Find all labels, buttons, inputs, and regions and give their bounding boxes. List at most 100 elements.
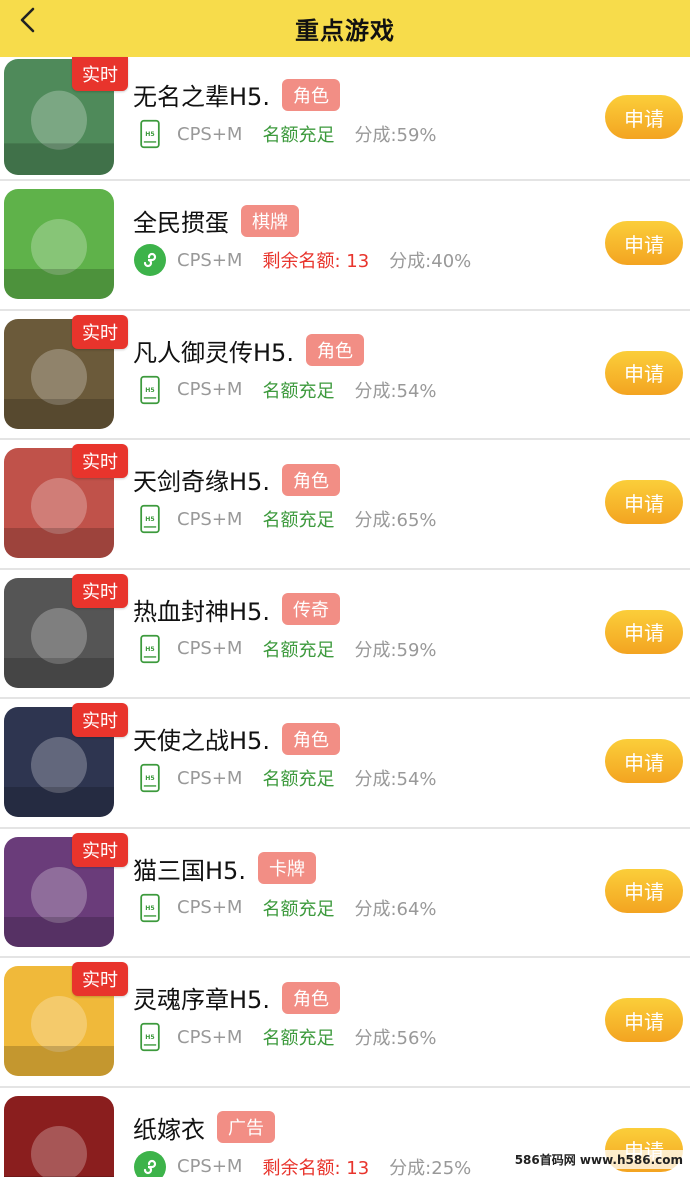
revenue-share: 分成:54% — [354, 380, 437, 402]
live-badge: 实时 — [72, 832, 128, 867]
svg-text:H5: H5 — [145, 386, 154, 393]
apply-button[interactable]: 申请 — [605, 998, 683, 1042]
quota-status: 剩余名额: 13 — [262, 1157, 370, 1177]
apply-button[interactable]: 申请 — [605, 221, 683, 265]
cps-label: CPS+M — [177, 638, 243, 659]
name-line: 全民掼蛋 棋牌 — [133, 203, 299, 238]
name-line: 纸嫁衣 广告 — [133, 1110, 275, 1145]
live-badge: 实时 — [72, 314, 128, 349]
meta-line: CPS+M 剩余名额: 13 分成:40% — [133, 243, 471, 277]
meta-line: H5 CPS+M 名额充足 分成:64% — [133, 891, 437, 925]
genre-tag: 角色 — [305, 334, 364, 366]
live-badge: 实时 — [72, 57, 128, 91]
svg-text:H5: H5 — [145, 904, 154, 911]
game-row[interactable]: 实时 凡人御灵传H5. 角色 H5 CPS+M 名额充足 分成:54% 申请 — [0, 310, 690, 440]
h5-phone-icon: H5 — [133, 117, 167, 151]
game-row[interactable]: 全民掼蛋 棋牌 CPS+M 剩余名额: 13 分成:40% 申请 — [0, 181, 690, 311]
game-thumbnail[interactable] — [4, 189, 114, 299]
meta-line: H5 CPS+M 名额充足 分成:54% — [133, 373, 437, 407]
h5-phone-icon: H5 — [133, 761, 167, 795]
svg-text:H5: H5 — [145, 516, 154, 523]
cps-label: CPS+M — [177, 767, 243, 789]
quota-status: 名额充足 — [262, 639, 335, 661]
meta-line: H5 CPS+M 名额充足 分成:59% — [133, 632, 437, 666]
game-row[interactable]: 实时 热血封神H5. 传奇 H5 CPS+M 名额充足 分成:59% 申请 — [0, 569, 690, 699]
genre-tag: 广告 — [217, 1111, 275, 1143]
genre-tag: 角色 — [281, 722, 340, 755]
genre-tag: 棋牌 — [241, 204, 299, 237]
svg-text:H5: H5 — [145, 1034, 154, 1041]
h5-phone-icon: H5 — [133, 632, 167, 666]
live-badge: 实时 — [72, 962, 128, 996]
game-row[interactable]: 实时 猫三国H5. 卡牌 H5 CPS+M 名额充足 分成:64% 申请 — [0, 828, 690, 958]
h5-phone-icon: H5 — [133, 891, 167, 925]
meta-line: H5 CPS+M 名额充足 分成:56% — [133, 1020, 437, 1054]
h5-phone-icon: H5 — [133, 1020, 167, 1054]
quota-status: 名额充足 — [262, 1028, 335, 1049]
watermark: 586首码网 www.h586.com — [511, 1150, 686, 1169]
svg-text:H5: H5 — [145, 775, 154, 782]
apply-button[interactable]: 申请 — [605, 480, 683, 524]
mini-program-icon — [133, 243, 167, 277]
revenue-share: 分成:65% — [354, 510, 437, 531]
revenue-share: 分成:54% — [354, 769, 437, 790]
name-line: 天剑奇缘H5. 角色 — [133, 462, 340, 497]
game-name: 纸嫁衣 — [133, 1115, 205, 1144]
name-line: 猫三国H5. 卡牌 — [133, 851, 316, 886]
name-line: 灵魂序章H5. 角色 — [133, 980, 340, 1015]
meta-line: CPS+M 剩余名额: 13 分成:25% — [133, 1150, 471, 1177]
genre-tag: 角色 — [281, 463, 340, 496]
revenue-share: 分成:56% — [354, 1028, 437, 1049]
live-badge: 实时 — [72, 703, 128, 737]
mini-program-icon — [133, 1150, 167, 1177]
game-row[interactable]: 实时 无名之辈H5. 角色 H5 CPS+M 名额充足 分成:59% 申请 — [0, 57, 690, 181]
game-name: 灵魂序章H5. — [133, 986, 270, 1014]
revenue-share: 分成:64% — [354, 898, 437, 920]
apply-button[interactable]: 申请 — [605, 739, 683, 783]
back-arrow-icon[interactable] — [14, 6, 42, 34]
live-badge: 实时 — [72, 573, 128, 608]
game-name: 天使之战H5. — [133, 727, 270, 755]
quota-status: 名额充足 — [262, 769, 335, 790]
game-name: 凡人御灵传H5. — [133, 338, 294, 367]
meta-line: H5 CPS+M 名额充足 分成:59% — [133, 117, 437, 151]
genre-tag: 传奇 — [281, 593, 340, 625]
name-line: 凡人御灵传H5. 角色 — [133, 333, 364, 368]
revenue-share: 分成:25% — [389, 1157, 472, 1177]
game-row[interactable]: 实时 灵魂序章H5. 角色 H5 CPS+M 名额充足 分成:56% 申请 — [0, 958, 690, 1088]
h5-phone-icon: H5 — [133, 502, 167, 536]
game-thumbnail[interactable] — [4, 1095, 114, 1177]
apply-button[interactable]: 申请 — [605, 95, 683, 139]
name-line: 无名之辈H5. 角色 — [133, 77, 340, 112]
game-list: 实时 无名之辈H5. 角色 H5 CPS+M 名额充足 分成:59% 申请 全民… — [0, 57, 690, 1177]
genre-tag: 角色 — [281, 78, 340, 111]
page-title: 重点游戏 — [295, 17, 395, 45]
quota-status: 剩余名额: 13 — [262, 251, 370, 272]
apply-button[interactable]: 申请 — [605, 868, 683, 913]
revenue-share: 分成:59% — [354, 639, 437, 661]
quota-status: 名额充足 — [262, 510, 335, 531]
apply-button[interactable]: 申请 — [605, 350, 683, 395]
genre-tag: 角色 — [281, 981, 340, 1014]
game-name: 全民掼蛋 — [133, 209, 229, 237]
live-badge: 实时 — [72, 444, 128, 478]
top-bar: 重点游戏 — [0, 0, 690, 57]
cps-label: CPS+M — [177, 123, 243, 145]
apply-button[interactable]: 申请 — [605, 609, 683, 654]
game-row[interactable]: 实时 天剑奇缘H5. 角色 H5 CPS+M 名额充足 分成:65% 申请 — [0, 440, 690, 570]
revenue-share: 分成:40% — [389, 251, 472, 272]
game-name: 天剑奇缘H5. — [133, 468, 270, 496]
svg-text:H5: H5 — [145, 131, 154, 138]
quota-status: 名额充足 — [262, 898, 335, 920]
quota-status: 名额充足 — [262, 125, 335, 146]
cps-label: CPS+M — [177, 249, 243, 271]
meta-line: H5 CPS+M 名额充足 分成:54% — [133, 761, 437, 795]
cps-label: CPS+M — [177, 379, 243, 400]
meta-line: H5 CPS+M 名额充足 分成:65% — [133, 502, 437, 536]
quota-status: 名额充足 — [262, 380, 335, 402]
game-row[interactable]: 实时 天使之战H5. 角色 H5 CPS+M 名额充足 分成:54% 申请 — [0, 699, 690, 829]
game-name: 热血封神H5. — [133, 597, 270, 626]
genre-tag: 卡牌 — [257, 852, 316, 884]
game-name: 无名之辈H5. — [133, 83, 270, 111]
cps-label: CPS+M — [177, 1026, 243, 1048]
